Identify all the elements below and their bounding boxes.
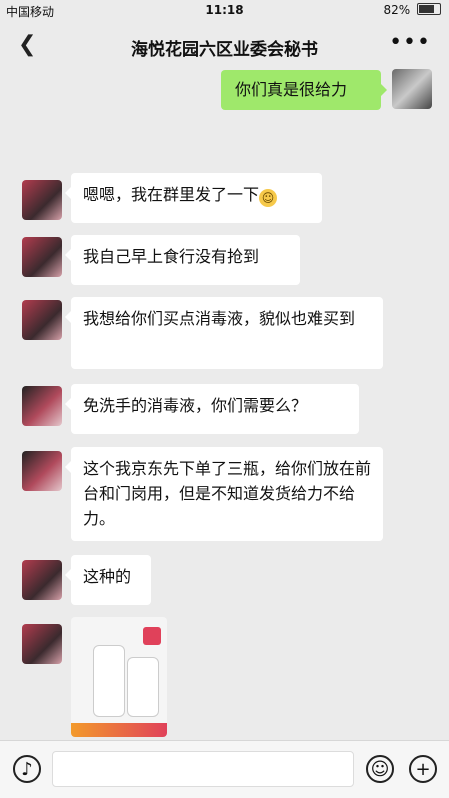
bottle-shape [127,657,159,717]
message-input[interactable] [52,751,354,787]
message-bubble-received[interactable]: 免洗手的消毒液，你们需要么？ [65,384,359,434]
battery-icon [417,3,441,15]
bottle-shape [93,645,125,717]
more-options-icon[interactable]: ••• [389,30,431,55]
grin-emoji-icon: ☺ [259,189,278,207]
message-text: 这个我京东先下单了三瓶，给你们放在前台和门岗用，但是不知道发货给力不给力。 [83,459,372,528]
chat-title: 海悦花园六区业委会秘书 [131,40,318,60]
clock: 11:18 [205,3,244,17]
product-photo-message[interactable] [71,617,167,737]
plus-icon[interactable]: + [409,755,437,783]
battery-percent: 82% [383,3,411,17]
message-bubble-received[interactable]: 这种的 [65,555,151,605]
contact-avatar[interactable] [22,180,62,220]
contact-avatar[interactable] [22,300,62,340]
message-text: 免洗手的消毒液，你们需要么？ [83,396,308,415]
voice-icon[interactable]: ♪ [13,755,41,783]
contact-avatar[interactable] [22,624,62,664]
status-bar: 中国移动 11:18 82% [0,0,449,22]
contact-avatar[interactable] [22,560,62,600]
contact-avatar[interactable] [22,237,62,277]
my-avatar[interactable] [392,69,432,109]
message-text: 嗯嗯，我在群里发了一下 [83,185,260,204]
contact-avatar[interactable] [22,386,62,426]
chat-header: ❮ 海悦花园六区业委会秘书 ••• [0,22,449,70]
product-cap-shape [143,627,161,645]
message-text: 我想给你们买点消毒液，貌似也难买到 [83,309,356,328]
message-bubble-received[interactable]: 这个我京东先下单了三瓶，给你们放在前台和门岗用，但是不知道发货给力不给力。 [65,447,383,541]
smiley-icon[interactable]: ☺ [366,755,394,783]
message-bubble-received[interactable]: 嗯嗯，我在群里发了一下 ☺ [65,173,322,223]
contact-avatar[interactable] [22,451,62,491]
message-bubble-received[interactable]: 我自己早上食行没有抢到 [65,235,300,285]
message-text: 这种的 [83,567,132,586]
input-bar: ♪ ☺ + [0,740,449,798]
message-text: 你们真是很给力 [235,80,348,99]
carrier-label: 中国移动 [6,5,55,19]
message-bubble-sent[interactable]: 你们真是很给力 [221,70,387,110]
product-label-band [71,723,167,737]
message-bubble-received[interactable]: 我想给你们买点消毒液，貌似也难买到 [65,297,383,369]
message-text: 我自己早上食行没有抢到 [83,247,260,266]
battery-indicator: 82% [383,3,441,17]
